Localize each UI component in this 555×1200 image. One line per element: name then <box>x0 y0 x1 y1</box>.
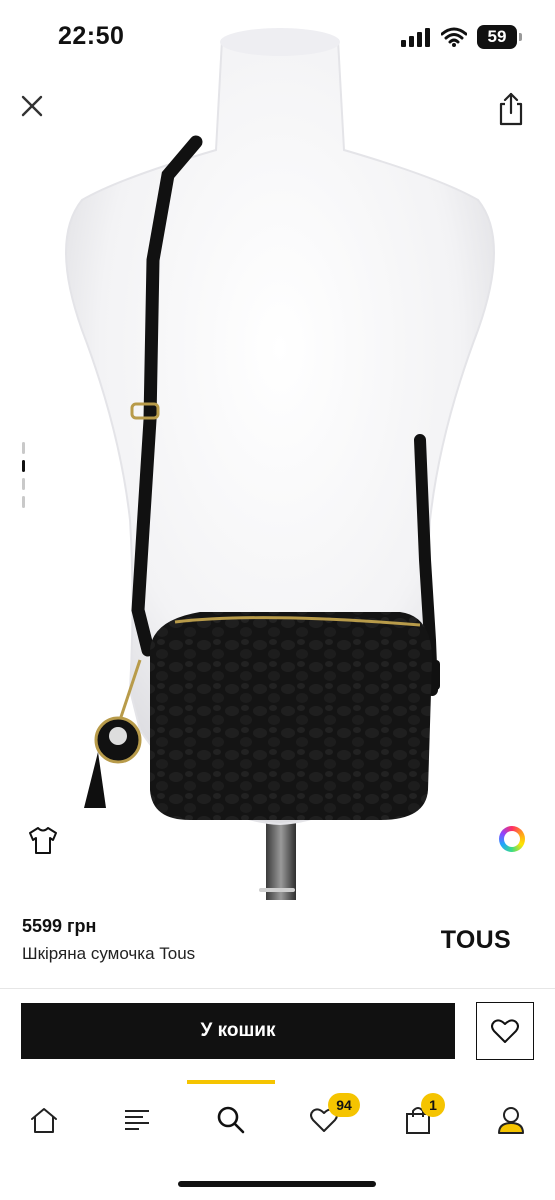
bottom-tab-bar: 94 1 <box>0 1080 555 1160</box>
close-button[interactable] <box>18 92 46 120</box>
tab-catalog[interactable] <box>117 1100 157 1140</box>
brand-name[interactable]: TOUS <box>441 926 511 955</box>
add-to-favorites-button[interactable] <box>476 1002 534 1060</box>
tab-profile[interactable] <box>491 1100 531 1140</box>
add-to-cart-button[interactable]: У кошик <box>21 1003 455 1059</box>
battery-level: 59 <box>487 27 507 46</box>
share-button[interactable] <box>497 92 525 126</box>
status-time: 22:50 <box>58 22 125 50</box>
wifi-icon <box>441 27 467 47</box>
battery-icon: 59 <box>477 25 522 49</box>
status-bar: 22:50 59 <box>0 0 555 70</box>
tab-search[interactable] <box>211 1100 251 1140</box>
share-icon <box>499 92 523 126</box>
product-name: Шкіряна сумочка Tous <box>22 944 196 963</box>
close-icon <box>21 95 43 117</box>
product-price: 5599 грн <box>22 916 97 936</box>
cellular-signal-icon <box>401 28 430 47</box>
favorites-count-badge: 94 <box>328 1093 360 1117</box>
search-icon <box>217 1106 245 1134</box>
product-image-gallery[interactable] <box>0 0 555 900</box>
product-photo <box>65 28 495 900</box>
status-icons: 59 <box>401 24 522 50</box>
sheet-grabber[interactable] <box>259 888 295 892</box>
home-icon <box>31 1108 57 1133</box>
active-tab-indicator <box>187 1080 275 1084</box>
home-indicator <box>178 1181 376 1187</box>
tab-home[interactable] <box>24 1100 64 1140</box>
pager-dot[interactable] <box>22 478 25 490</box>
gallery-pager[interactable] <box>22 442 26 508</box>
pager-dot[interactable] <box>22 496 25 508</box>
cart-count-badge: 1 <box>421 1093 445 1117</box>
size-guide-button[interactable] <box>27 825 59 855</box>
tshirt-icon <box>29 827 57 854</box>
pager-dot-active[interactable] <box>22 460 25 472</box>
profile-icon <box>498 1107 524 1134</box>
heart-icon <box>491 1019 519 1043</box>
divider <box>0 988 555 989</box>
pager-dot[interactable] <box>22 442 25 454</box>
catalog-menu-icon <box>125 1110 149 1130</box>
color-wheel-icon[interactable] <box>499 826 525 852</box>
